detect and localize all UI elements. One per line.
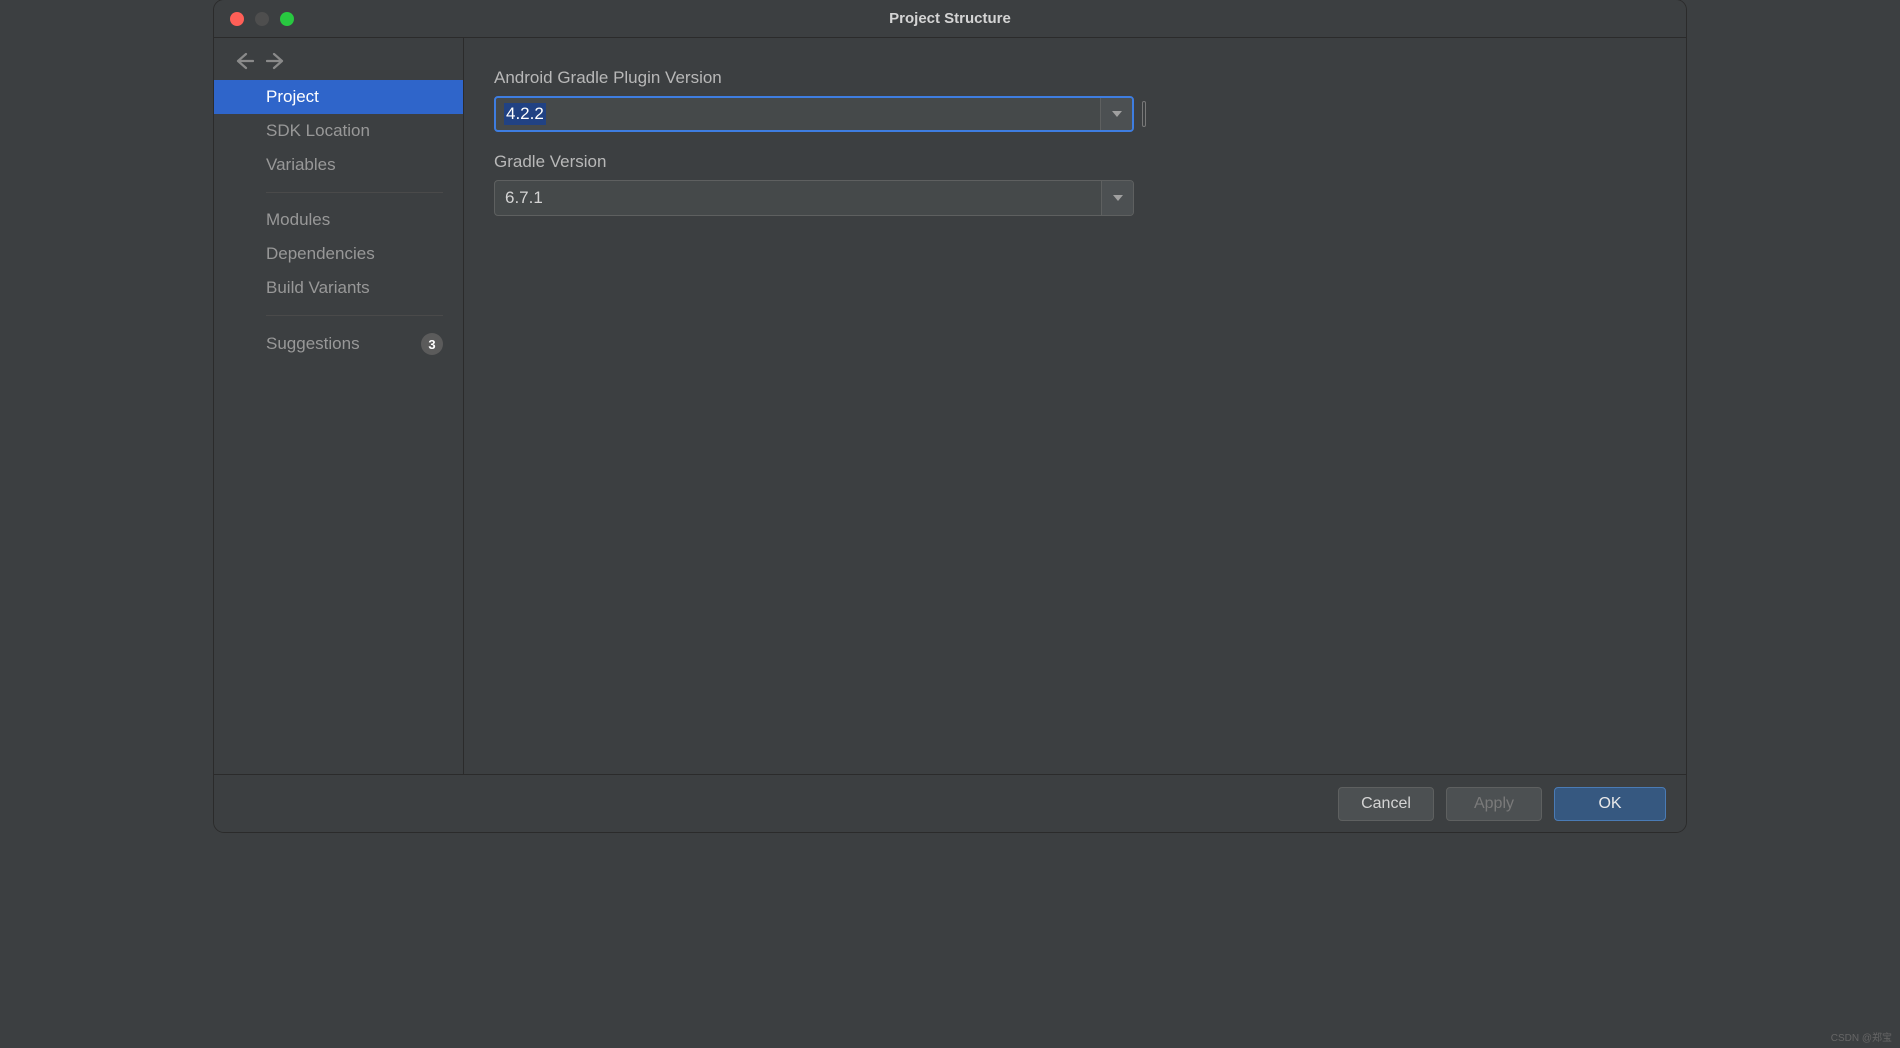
chevron-down-icon (1112, 111, 1122, 117)
chevron-down-icon (1113, 195, 1123, 201)
suggestions-badge: 3 (421, 333, 443, 355)
agp-version-input-wrap[interactable]: 4.2.2 (496, 98, 1100, 130)
sidebar-item-label: Modules (266, 210, 330, 230)
nav-back-icon[interactable] (234, 52, 254, 70)
sidebar-item-label: Build Variants (266, 278, 370, 298)
sidebar-item-label: Dependencies (266, 244, 375, 264)
nav-arrows (214, 38, 463, 80)
caret-indicator (1142, 101, 1146, 127)
gradle-version-row (494, 180, 1656, 216)
project-structure-window: Project Structure Project SDK Location (214, 0, 1686, 832)
minimize-window-button[interactable] (255, 12, 269, 26)
sidebar-item-dependencies[interactable]: Dependencies (214, 237, 463, 271)
agp-version-row: 4.2.2 (494, 96, 1656, 132)
watermark: CSDN @郑宝 (1831, 1029, 1892, 1044)
ok-button[interactable]: OK (1554, 787, 1666, 821)
traffic-lights (214, 12, 294, 26)
sidebar-divider (266, 192, 443, 193)
sidebar-item-label: Variables (266, 155, 336, 175)
sidebar-list: Project SDK Location Variables Modules D… (214, 80, 463, 362)
maximize-window-button[interactable] (280, 12, 294, 26)
window-body: Project SDK Location Variables Modules D… (214, 38, 1686, 774)
window-title: Project Structure (889, 10, 1011, 27)
agp-version-combobox[interactable]: 4.2.2 (494, 96, 1134, 132)
sidebar-item-label: Suggestions (266, 334, 360, 354)
agp-version-label: Android Gradle Plugin Version (494, 68, 1656, 88)
agp-version-dropdown-arrow[interactable] (1100, 98, 1132, 130)
sidebar-item-sdk-location[interactable]: SDK Location (214, 114, 463, 148)
close-window-button[interactable] (230, 12, 244, 26)
sidebar-item-label: Project (266, 87, 319, 107)
gradle-version-label: Gradle Version (494, 152, 1656, 172)
sidebar-item-label: SDK Location (266, 121, 370, 141)
sidebar-item-variables[interactable]: Variables (214, 148, 463, 182)
sidebar-divider (266, 315, 443, 316)
sidebar-item-build-variants[interactable]: Build Variants (214, 271, 463, 305)
gradle-version-combobox[interactable] (494, 180, 1134, 216)
agp-version-value: 4.2.2 (504, 103, 546, 125)
footer: Cancel Apply OK (214, 774, 1686, 832)
gradle-version-dropdown-arrow[interactable] (1101, 181, 1133, 215)
titlebar: Project Structure (214, 0, 1686, 38)
content-panel: Android Gradle Plugin Version 4.2.2 Grad… (464, 38, 1686, 774)
cancel-button[interactable]: Cancel (1338, 787, 1434, 821)
sidebar-item-modules[interactable]: Modules (214, 203, 463, 237)
sidebar-item-suggestions[interactable]: Suggestions 3 (214, 326, 463, 362)
apply-button[interactable]: Apply (1446, 787, 1542, 821)
gradle-version-input[interactable] (495, 181, 1101, 215)
nav-forward-icon[interactable] (266, 52, 286, 70)
sidebar-item-project[interactable]: Project (214, 80, 463, 114)
sidebar: Project SDK Location Variables Modules D… (214, 38, 464, 774)
